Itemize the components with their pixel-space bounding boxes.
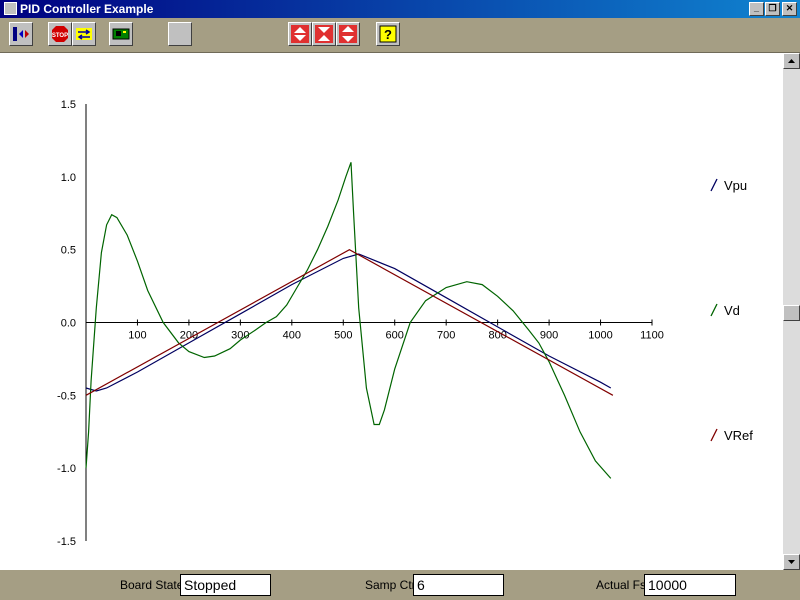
actual-fs-label: Actual Fs bbox=[596, 578, 647, 592]
window-title: PID Controller Example bbox=[20, 2, 154, 16]
actual-fs-field[interactable]: 10000 bbox=[644, 574, 736, 596]
legend-label-vd: Vd bbox=[724, 303, 740, 318]
samp-ctr-label: Samp Ctr bbox=[365, 578, 416, 592]
scroll-down-button[interactable] bbox=[783, 554, 800, 570]
zoom-out-button[interactable] bbox=[336, 22, 360, 46]
x-tick-label: 400 bbox=[283, 330, 301, 342]
board-state-label: Board State bbox=[120, 578, 184, 592]
x-tick-label: 600 bbox=[386, 330, 404, 342]
x-tick-label: 700 bbox=[437, 330, 455, 342]
title-bar: PID Controller Example _ ❐ ✕ bbox=[0, 0, 800, 18]
help-button[interactable]: ? bbox=[376, 22, 400, 46]
samp-ctr-field[interactable]: 6 bbox=[413, 574, 504, 596]
series-line-vd bbox=[85, 162, 612, 479]
scroll-thumb[interactable] bbox=[783, 305, 800, 321]
minimize-button[interactable]: _ bbox=[749, 2, 764, 16]
swap-icon bbox=[76, 28, 92, 40]
restore-button[interactable]: ❐ bbox=[765, 2, 780, 16]
x-tick-label: 900 bbox=[540, 330, 558, 342]
connect-button[interactable] bbox=[9, 22, 33, 46]
help-icon: ? bbox=[379, 25, 397, 43]
y-tick-label: 0.0 bbox=[61, 318, 76, 330]
x-tick-label: 100 bbox=[128, 330, 146, 342]
x-tick-label: 1100 bbox=[640, 330, 664, 342]
status-bar: Board State Stopped Samp Ctr 6 Actual Fs… bbox=[0, 570, 800, 600]
scroll-up-button[interactable] bbox=[783, 53, 800, 69]
zoom-out-icon bbox=[339, 25, 357, 43]
svg-text:STOP: STOP bbox=[52, 33, 68, 39]
swap-button[interactable] bbox=[72, 22, 96, 46]
legend-swatch-vpu bbox=[710, 178, 718, 192]
legend-label-vpu: Vpu bbox=[724, 178, 747, 193]
y-tick-label: -1.0 bbox=[57, 463, 76, 475]
x-tick-label: 500 bbox=[334, 330, 352, 342]
board-state-field[interactable]: Stopped bbox=[180, 574, 271, 596]
y-tick-label: 1.5 bbox=[61, 99, 76, 111]
close-button[interactable]: ✕ bbox=[782, 2, 797, 16]
arrow-up-icon bbox=[788, 59, 795, 63]
board-button[interactable] bbox=[109, 22, 133, 46]
svg-text:?: ? bbox=[384, 27, 392, 42]
stop-icon: STOP bbox=[52, 26, 68, 42]
zoom-fit-icon bbox=[315, 25, 333, 43]
legend-swatch-vref bbox=[710, 428, 718, 442]
zoom-in-icon bbox=[291, 25, 309, 43]
blank-button[interactable] bbox=[168, 22, 192, 46]
y-tick-label: 0.5 bbox=[61, 245, 76, 257]
y-tick-label: 1.0 bbox=[61, 172, 76, 184]
x-tick-label: 1000 bbox=[588, 330, 612, 342]
y-tick-label: -1.5 bbox=[57, 536, 76, 548]
y-tick-label: -0.5 bbox=[57, 390, 76, 402]
app-icon[interactable] bbox=[4, 2, 17, 15]
arrow-down-icon bbox=[788, 560, 795, 564]
stop-button[interactable]: STOP bbox=[48, 22, 72, 46]
board-icon bbox=[112, 28, 130, 40]
legend-label-vref: VRef bbox=[724, 428, 753, 443]
zoom-in-button[interactable] bbox=[288, 22, 312, 46]
plot-area: 100 200 300 400 500 600 700 800 900 1000 1100 1.5 1.… bbox=[0, 53, 783, 570]
pid-chart: 100 200 300 400 500 600 700 800 900 1000 11001.51.… bbox=[57, 99, 753, 548]
zoom-fit-button[interactable] bbox=[312, 22, 336, 46]
vertical-scrollbar[interactable] bbox=[783, 53, 800, 570]
connect-icon bbox=[13, 27, 29, 41]
legend-swatch-vd bbox=[710, 303, 718, 317]
toolbar: STOP ? bbox=[0, 18, 800, 53]
